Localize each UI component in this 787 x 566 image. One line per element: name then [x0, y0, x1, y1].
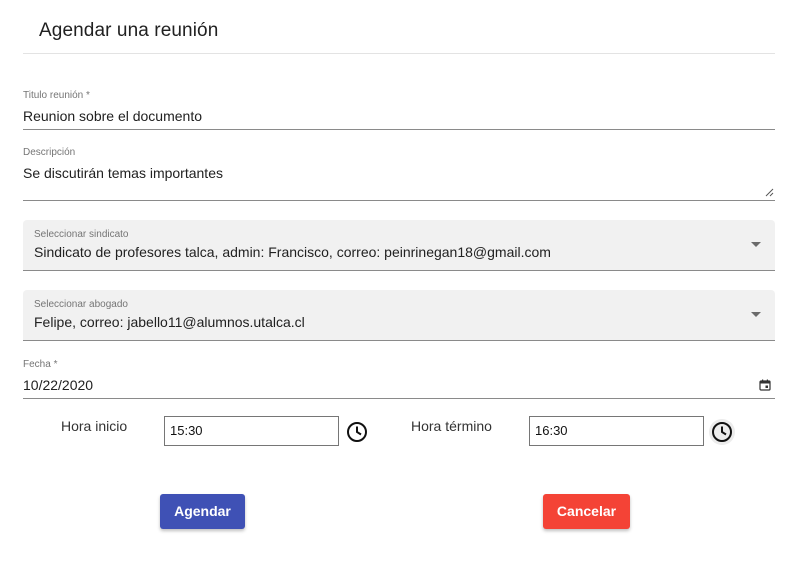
date-field[interactable]: Fecha * 10/22/2020: [23, 359, 775, 401]
lawyer-select[interactable]: Seleccionar abogado Felipe, correo: jabe…: [23, 290, 775, 341]
lawyer-select-label: Seleccionar abogado: [34, 299, 128, 310]
calendar-icon[interactable]: [759, 379, 771, 391]
start-time-label: Hora inicio: [61, 418, 128, 434]
clock-icon[interactable]: [345, 419, 371, 445]
date-label: Fecha *: [23, 359, 58, 370]
date-underline: [23, 398, 775, 399]
meeting-title-input[interactable]: Reunion sobre el documento: [23, 108, 202, 124]
union-select-value: Sindicato de profesores talca, admin: Fr…: [34, 244, 551, 260]
clock-icon[interactable]: [709, 419, 735, 445]
lawyer-select-underline: [23, 340, 775, 341]
chevron-down-icon[interactable]: [751, 312, 761, 317]
schedule-button[interactable]: Agendar: [160, 494, 245, 529]
description-field[interactable]: Descripción Se discutirán temas importan…: [23, 147, 775, 203]
meeting-title-label: Titulo reunión *: [23, 90, 90, 101]
schedule-meeting-dialog: Agendar una reunión Titulo reunión * Reu…: [0, 0, 787, 566]
union-select-label: Seleccionar sindicato: [34, 229, 129, 240]
date-input[interactable]: 10/22/2020: [23, 377, 93, 393]
union-select[interactable]: Seleccionar sindicato Sindicato de profe…: [23, 220, 775, 271]
dialog-title: Agendar una reunión: [39, 20, 219, 41]
union-select-underline: [23, 270, 775, 271]
end-time-label: Hora término: [411, 418, 492, 434]
meeting-title-field[interactable]: Titulo reunión * Reunion sobre el docume…: [23, 90, 775, 132]
lawyer-select-value: Felipe, correo: jabello11@alumnos.utalca…: [34, 314, 305, 330]
description-underline: [23, 200, 775, 201]
resize-handle-icon[interactable]: [765, 188, 774, 197]
cancel-button[interactable]: Cancelar: [543, 494, 630, 529]
description-label: Descripción: [23, 147, 76, 158]
meeting-title-underline: [23, 129, 775, 130]
chevron-down-icon[interactable]: [751, 242, 761, 247]
description-textarea[interactable]: Se discutirán temas importantes: [23, 165, 223, 181]
start-time-input[interactable]: 15:30: [164, 416, 339, 446]
end-time-input[interactable]: 16:30: [529, 416, 704, 446]
title-divider: [23, 53, 775, 54]
